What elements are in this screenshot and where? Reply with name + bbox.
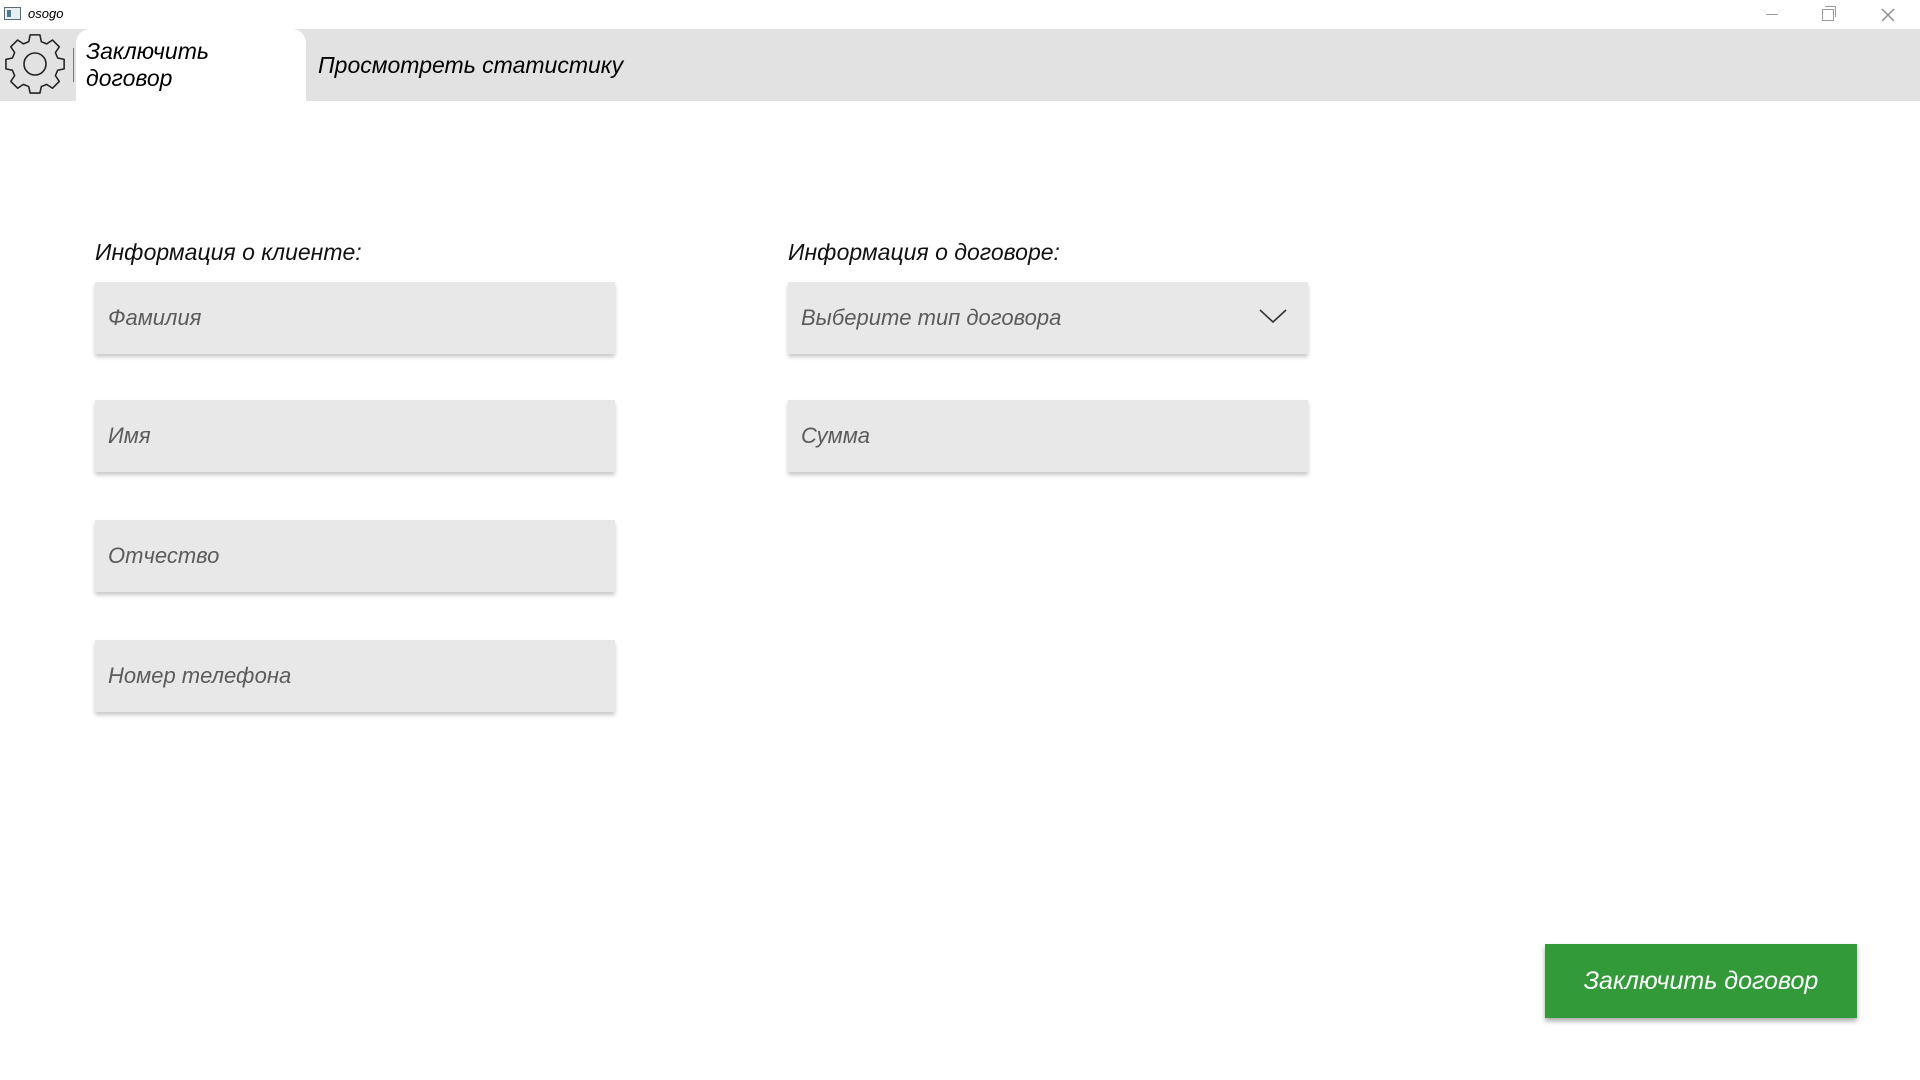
chevron-down-icon xyxy=(1259,309,1287,324)
minimize-icon xyxy=(1766,14,1778,15)
close-button[interactable] xyxy=(1860,0,1916,29)
app-icon xyxy=(4,7,21,20)
patronymic-field[interactable]: Отчество xyxy=(95,520,615,592)
conclude-contract-label: Заключить договор xyxy=(1583,966,1819,995)
contract-type-select[interactable]: Выберите тип договора xyxy=(788,282,1308,354)
last-name-field[interactable]: Фамилия xyxy=(95,282,615,354)
close-icon xyxy=(1881,8,1895,21)
patronymic-placeholder: Отчество xyxy=(108,543,220,568)
first-name-field[interactable]: Имя xyxy=(95,400,615,472)
gear-icon xyxy=(5,34,65,94)
contract-info-label: Информация о договоре: xyxy=(788,239,1060,265)
window-title: osogo xyxy=(28,6,64,21)
tab-separator xyxy=(73,48,74,82)
amount-field[interactable]: Сумма xyxy=(788,400,1308,472)
tab-statistics[interactable]: Просмотреть статистику xyxy=(308,29,633,101)
settings-button[interactable] xyxy=(4,33,68,97)
tab-contract[interactable]: Заключить договор xyxy=(76,29,306,101)
contract-type-placeholder: Выберите тип договора xyxy=(801,305,1062,330)
conclude-contract-button[interactable]: Заключить договор xyxy=(1545,944,1857,1018)
restore-icon xyxy=(1822,5,1836,21)
client-info-label: Информация о клиенте: xyxy=(95,239,362,265)
tab-statistics-label: Просмотреть статистику xyxy=(318,51,624,78)
amount-placeholder: Сумма xyxy=(801,423,871,448)
last-name-placeholder: Фамилия xyxy=(108,305,202,330)
maximize-button[interactable] xyxy=(1800,0,1856,29)
minimize-button[interactable] xyxy=(1744,0,1800,29)
phone-field[interactable]: Номер телефона xyxy=(95,640,615,712)
tab-contract-label: Заключить договор xyxy=(86,38,209,91)
first-name-placeholder: Имя xyxy=(108,423,151,448)
phone-placeholder: Номер телефона xyxy=(108,663,292,688)
window-title-bar: osogo xyxy=(0,0,1920,29)
